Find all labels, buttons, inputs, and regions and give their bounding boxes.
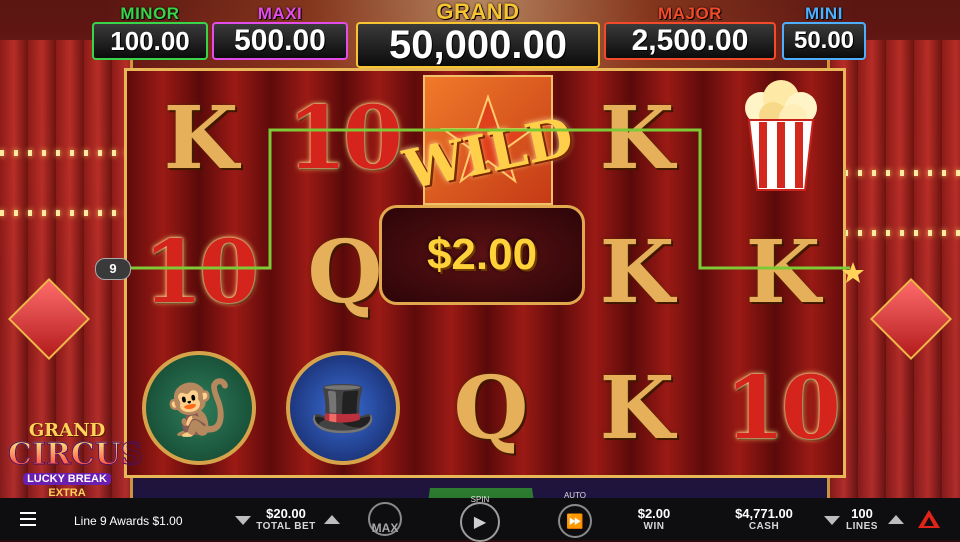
light-bulbs-left — [0, 150, 130, 156]
ten-symbol: 10 — [143, 221, 259, 323]
reel-1-row-3-monkey: 🐒 — [129, 341, 269, 475]
win-label: WIN — [643, 521, 665, 532]
reel-5-row-2-symbol-k: K — [711, 205, 851, 339]
ringmaster-icon: 🎩 — [286, 351, 400, 465]
lines-value: 100 — [851, 506, 873, 521]
play-icon: ▶ — [473, 514, 487, 531]
reel-4-row-3-symbol-k: K — [565, 341, 705, 475]
reel-5-row-3-symbol-10: 10 — [711, 341, 851, 475]
k-symbol: K — [163, 87, 239, 189]
total-bet-display: $20.00 TOTAL BET — [254, 506, 318, 532]
jackpot-minor: MINOR 100.00 — [92, 4, 208, 60]
reel-3-row-3-symbol-q: Q — [419, 341, 559, 475]
jackpot-mini-amount: 50.00 — [782, 22, 866, 60]
k-symbol: K — [745, 221, 821, 323]
jackpot-grand-label: GRAND — [436, 0, 520, 24]
reel-5-row-1-popcorn — [711, 71, 851, 205]
reel-1-row-1-symbol-k: K — [129, 71, 269, 205]
game-logo: GRAND CIRCUS LUCKY BREAK EXTRA — [8, 420, 144, 499]
cash-display: $4,771.00 CASH — [722, 506, 806, 532]
brand-logo-icon — [918, 510, 940, 528]
cash-value: $4,771.00 — [735, 506, 793, 521]
light-bulbs-left-2 — [0, 210, 130, 216]
logo-line-3: LUCKY BREAK — [23, 473, 111, 485]
lines-label: LINES — [846, 521, 878, 532]
jackpot-mini-label: MINI — [805, 4, 843, 23]
jackpot-grand-amount: 50,000.00 — [356, 22, 600, 68]
win-value: $2.00 — [637, 506, 671, 521]
jackpot-maxi-amount: 500.00 — [212, 22, 348, 60]
jackpot-maxi: MAXI 500.00 — [212, 4, 348, 60]
total-bet-value: $20.00 — [266, 506, 306, 521]
max-bet-button[interactable]: MAX — [368, 502, 402, 536]
k-symbol: K — [599, 87, 675, 189]
spin-button[interactable]: ▶ — [460, 502, 500, 542]
win-display: $2.00 WIN — [624, 506, 684, 532]
reel-area: K 10 WILD K 10 Q $2.00 K K 🐒 🎩 Q K 10 — [124, 68, 846, 478]
lines-display: 100 LINES — [840, 506, 884, 532]
win-amount-plate: $2.00 — [379, 205, 585, 305]
control-bar: Line 9 Awards $1.00 $20.00 TOTAL BET MAX… — [0, 491, 960, 542]
reel-2-row-3-ringmaster: 🎩 — [273, 341, 413, 475]
reel-4-row-2-symbol-k: K — [565, 205, 705, 339]
menu-icon[interactable] — [20, 512, 36, 526]
q-symbol: Q — [453, 357, 529, 459]
jackpot-minor-amount: 100.00 — [92, 22, 208, 60]
q-symbol: Q — [307, 221, 383, 323]
payline-number-badge: 9 — [95, 258, 131, 280]
total-bet-label: TOTAL BET — [256, 521, 316, 532]
reel-4-row-1-symbol-k: K — [565, 71, 705, 205]
status-message: Line 9 Awards $1.00 — [74, 514, 183, 528]
lines-increase-icon[interactable] — [888, 515, 904, 524]
ten-symbol: 10 — [725, 357, 841, 459]
bet-increase-icon[interactable] — [324, 515, 340, 524]
jackpot-major-label: MAJOR — [658, 4, 722, 23]
win-amount-value: $2.00 — [426, 230, 538, 279]
jackpot-major-amount: 2,500.00 — [604, 22, 776, 60]
jackpot-minor-label: MINOR — [120, 4, 180, 23]
k-symbol: K — [599, 221, 675, 323]
logo-line-2: CIRCUS — [8, 437, 144, 472]
max-bet-label: MAX — [371, 521, 399, 535]
ten-symbol: 10 — [287, 87, 403, 189]
jackpot-major: MAJOR 2,500.00 — [604, 4, 776, 60]
autoplay-button[interactable]: ⏩ — [558, 504, 592, 538]
popcorn-icon — [745, 80, 817, 191]
fast-forward-icon: ⏩ — [566, 512, 584, 529]
lines-decrease-icon[interactable] — [824, 516, 840, 525]
auto-label: AUTO — [563, 491, 587, 500]
jackpot-mini: MINI 50.00 — [782, 4, 866, 60]
reel-2-row-1-symbol-10: 10 — [273, 71, 413, 205]
monkey-icon: 🐒 — [142, 351, 256, 465]
jackpot-grand: GRAND 50,000.00 — [356, 0, 600, 68]
reel-1-row-2-symbol-10: 10 — [129, 205, 269, 339]
cash-label: CASH — [748, 521, 780, 532]
bet-decrease-icon[interactable] — [235, 516, 251, 525]
k-symbol: K — [599, 357, 675, 459]
jackpot-maxi-label: MAXI — [257, 4, 303, 23]
